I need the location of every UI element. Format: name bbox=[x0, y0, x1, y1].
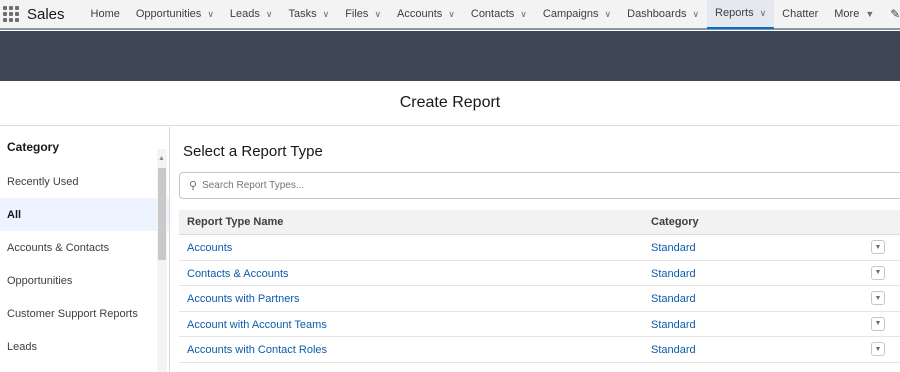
chevron-down-icon[interactable]: ∨ bbox=[207, 9, 214, 20]
chevron-down-icon[interactable]: ∨ bbox=[760, 8, 767, 19]
nav-item-label: Leads bbox=[229, 8, 260, 20]
column-header-report-type-name[interactable]: Report Type Name bbox=[187, 216, 283, 228]
search-input[interactable] bbox=[202, 180, 803, 191]
nav-item-label: Chatter bbox=[782, 8, 819, 20]
report-type-name-link[interactable]: Account with Account Teams bbox=[187, 319, 327, 331]
table-row[interactable]: Accounts with Partners Standard ▼ bbox=[179, 286, 900, 312]
nav-item-reports[interactable]: Reports ∨ bbox=[707, 0, 775, 29]
category-title: Category bbox=[7, 140, 60, 154]
report-type-name-link[interactable]: Accounts with Partners bbox=[187, 293, 300, 305]
sidebar-item-customer-support-reports[interactable]: Customer Support Reports bbox=[0, 297, 169, 330]
column-header-category[interactable]: Category bbox=[651, 216, 699, 228]
chevron-down-icon[interactable]: ∨ bbox=[266, 9, 273, 20]
nav-item-accounts[interactable]: Accounts ∨ bbox=[389, 0, 463, 29]
nav-item-label: Opportunities bbox=[135, 8, 202, 20]
report-type-name-link[interactable]: Contacts & Accounts bbox=[187, 268, 289, 280]
nav-item-contacts[interactable]: Contacts ∨ bbox=[463, 0, 535, 29]
nav-item-files[interactable]: Files ∨ bbox=[337, 0, 389, 29]
section-title: Select a Report Type bbox=[183, 143, 323, 160]
nav-item-label: More bbox=[834, 8, 860, 20]
chevron-down-icon[interactable]: ▼ bbox=[871, 342, 885, 356]
table-body: Accounts Standard ▼ Contacts & Accounts Stan… bbox=[179, 235, 900, 363]
chevron-down-icon[interactable]: ∨ bbox=[520, 9, 527, 20]
chevron-down-icon[interactable]: ▼ bbox=[871, 316, 885, 331]
page-backdrop-band bbox=[0, 31, 900, 81]
nav-item-label: Home bbox=[90, 8, 120, 20]
nav-item-more[interactable]: More ▼ bbox=[826, 0, 882, 29]
chevron-down-icon[interactable]: ▼ bbox=[865, 9, 874, 19]
table-row[interactable]: Contacts & Accounts Standard ▼ bbox=[179, 261, 900, 286]
chevron-down-icon[interactable]: ∨ bbox=[692, 9, 699, 20]
chevron-down-icon[interactable]: ▼ bbox=[871, 265, 885, 280]
nav-item-tasks[interactable]: Tasks ∨ bbox=[280, 0, 337, 29]
modal-title: Create Report bbox=[399, 94, 501, 111]
category-sidebar: Category Recently Used All Accounts & Cont… bbox=[0, 127, 170, 372]
report-type-name-link[interactable]: Accounts with Contact Roles bbox=[187, 344, 327, 356]
sidebar-item-leads[interactable]: Leads bbox=[0, 330, 169, 363]
nav-item-dashboards[interactable]: Dashboards ∨ bbox=[619, 0, 707, 29]
nav-item-opportunities[interactable]: Opportunities ∨ bbox=[128, 0, 222, 29]
app-launcher-icon[interactable] bbox=[3, 3, 19, 25]
report-category-cell: Standard bbox=[651, 318, 696, 331]
chevron-down-icon[interactable]: ▼ bbox=[871, 240, 885, 254]
sidebar-item-recently-used[interactable]: Recently Used bbox=[0, 165, 169, 198]
table-header: Report Type Name Category bbox=[179, 210, 900, 235]
nav-item-campaigns[interactable]: Campaigns ∨ bbox=[535, 0, 619, 29]
nav-items: Home Opportunities ∨ Leads ∨ Tasks ∨ Files ∨ Acco… bbox=[83, 0, 883, 29]
pencil-icon[interactable]: ✎ bbox=[890, 7, 900, 21]
global-nav-bar: Sales Home Opportunities ∨ Leads ∨ Tasks ∨ File… bbox=[0, 0, 900, 30]
report-type-panel: Select a Report Type ⚲ Report Type Name … bbox=[171, 127, 900, 372]
table-row[interactable]: Account with Account Teams Standard ▼ bbox=[179, 312, 900, 337]
sidebar-item-opportunities[interactable]: Opportunities bbox=[0, 264, 169, 297]
sidebar-item-accounts-contacts[interactable]: Accounts & Contacts bbox=[0, 231, 169, 264]
search-icon: ⚲ bbox=[189, 180, 198, 192]
nav-item-chatter[interactable]: Chatter bbox=[774, 0, 826, 29]
nav-item-label: Reports bbox=[715, 7, 754, 19]
report-category-cell: Standard bbox=[651, 293, 696, 305]
nav-item-leads[interactable]: Leads ∨ bbox=[222, 0, 281, 29]
chevron-down-icon[interactable]: ∨ bbox=[448, 9, 455, 20]
sidebar-item-all[interactable]: All bbox=[0, 198, 169, 231]
chevron-down-icon[interactable]: ∨ bbox=[323, 9, 330, 20]
report-category-cell: Standard bbox=[651, 242, 696, 254]
table-row[interactable]: Accounts with Contact Roles Standard ▼ bbox=[179, 337, 900, 363]
report-category-cell: Standard bbox=[651, 344, 696, 356]
table-row[interactable]: Accounts Standard ▼ bbox=[179, 235, 900, 261]
report-type-name-link[interactable]: Accounts bbox=[187, 242, 232, 254]
search-box[interactable]: ⚲ bbox=[179, 172, 900, 199]
nav-item-label: Accounts bbox=[397, 8, 443, 20]
scroll-up-icon[interactable]: ▲ bbox=[158, 155, 165, 162]
sidebar-scroll-thumb[interactable] bbox=[158, 168, 166, 260]
chevron-down-icon[interactable]: ∨ bbox=[605, 9, 612, 20]
nav-item-home[interactable]: Home bbox=[83, 0, 128, 29]
nav-item-label: Dashboards bbox=[627, 8, 687, 20]
app-name: Sales bbox=[27, 5, 65, 23]
nav-item-label: Campaigns bbox=[542, 8, 599, 20]
nav-item-label: Tasks bbox=[288, 8, 317, 20]
chevron-down-icon[interactable]: ∨ bbox=[374, 9, 381, 20]
nav-item-label: Files bbox=[345, 8, 369, 20]
modal-header: Create Report bbox=[0, 81, 900, 126]
nav-item-label: Contacts bbox=[470, 8, 515, 20]
chevron-down-icon[interactable]: ▼ bbox=[871, 291, 885, 305]
report-category-cell: Standard bbox=[651, 267, 696, 280]
